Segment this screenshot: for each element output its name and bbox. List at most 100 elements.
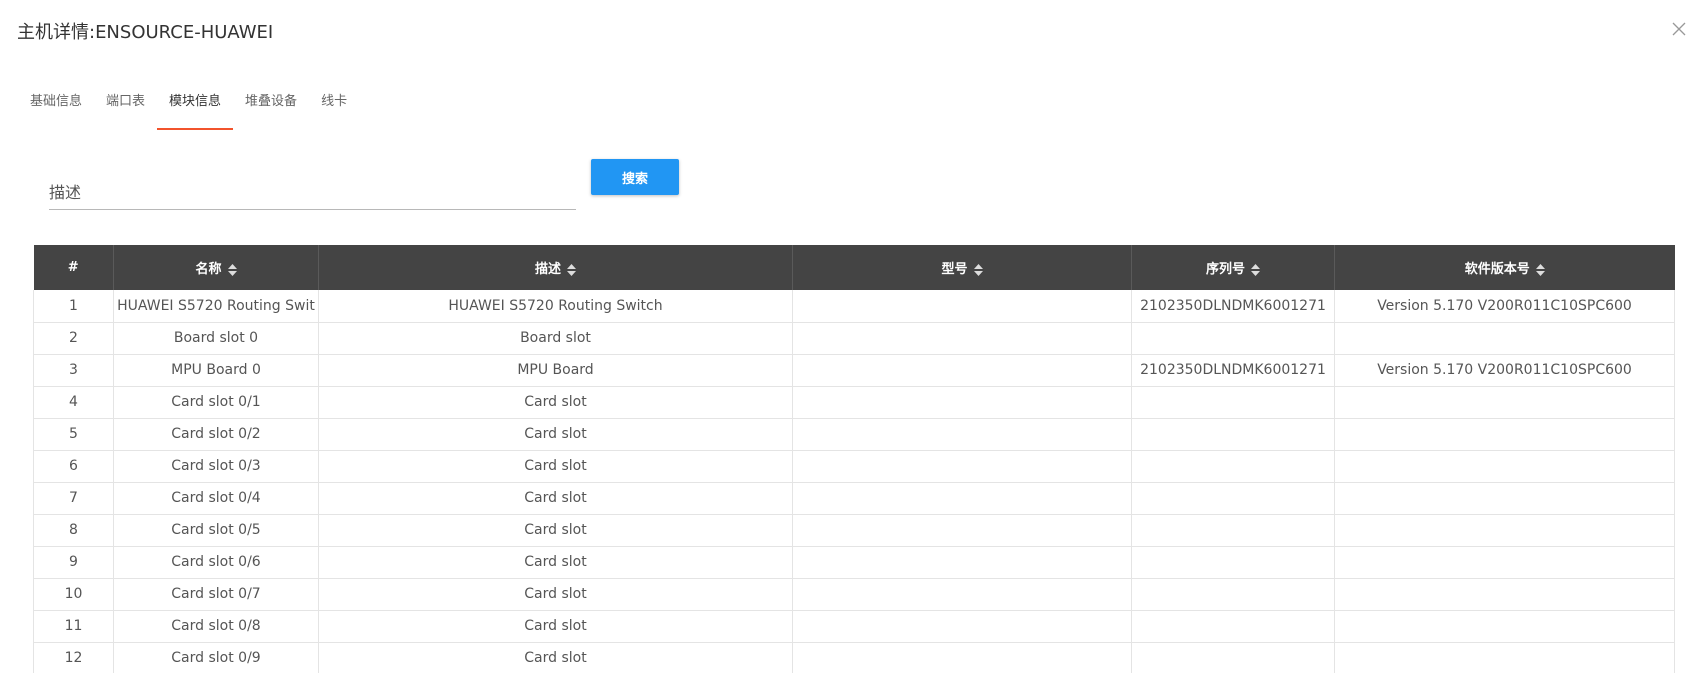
table-row: 4 Card slot 0/1 Card slot [33, 386, 1675, 419]
cell-model [792, 642, 1132, 673]
cell-index: 10 [33, 578, 114, 611]
column-header-description[interactable]: 描述 [318, 245, 793, 290]
cell-software-version [1334, 450, 1675, 483]
cell-index: 6 [33, 450, 114, 483]
table-row: 9 Card slot 0/6 Card slot [33, 546, 1675, 579]
cell-serial [1131, 546, 1335, 579]
cell-name: Card slot 0/9 [113, 642, 319, 673]
column-header-name[interactable]: 名称 [113, 245, 319, 290]
cell-name: Card slot 0/6 [113, 546, 319, 579]
close-button[interactable] [1668, 18, 1690, 40]
table-row: 8 Card slot 0/5 Card slot [33, 514, 1675, 547]
cell-serial: 2102350DLNDMK6001271 [1131, 290, 1335, 323]
cell-serial [1131, 482, 1335, 515]
column-header-index: # [33, 245, 114, 290]
cell-description: Card slot [318, 482, 793, 515]
sort-icon[interactable] [227, 263, 237, 276]
cell-software-version: Version 5.170 V200R011C10SPC600 [1334, 290, 1675, 323]
cell-description: MPU Board [318, 354, 793, 387]
cell-description: Card slot [318, 642, 793, 673]
cell-index: 5 [33, 418, 114, 451]
cell-serial: 2102350DLNDMK6001271 [1131, 354, 1335, 387]
column-header-label: 型号 [941, 262, 968, 277]
cell-model [792, 354, 1132, 387]
cell-serial [1131, 642, 1335, 673]
tab-basic-info[interactable]: 基础信息 [18, 84, 94, 130]
cell-model [792, 290, 1132, 323]
cell-name: Card slot 0/2 [113, 418, 319, 451]
cell-model [792, 418, 1132, 451]
cell-model [792, 482, 1132, 515]
cell-software-version [1334, 546, 1675, 579]
cell-index: 12 [33, 642, 114, 673]
cell-description: Card slot [318, 546, 793, 579]
cell-description: Card slot [318, 386, 793, 419]
tab-line-cards[interactable]: 线卡 [309, 84, 359, 130]
cell-serial [1131, 322, 1335, 355]
tab-bar: 基础信息 端口表 模块信息 堆叠设备 线卡 [18, 84, 359, 130]
cell-index: 1 [33, 290, 114, 323]
column-header-label: # [67, 260, 79, 275]
cell-software-version [1334, 386, 1675, 419]
cell-software-version [1334, 578, 1675, 611]
column-header-serial[interactable]: 序列号 [1131, 245, 1335, 290]
table-row: 10 Card slot 0/7 Card slot [33, 578, 1675, 611]
close-icon [1672, 22, 1686, 36]
cell-model [792, 514, 1132, 547]
tab-stack-devices[interactable]: 堆叠设备 [233, 84, 309, 130]
cell-software-version [1334, 482, 1675, 515]
cell-name: Card slot 0/8 [113, 610, 319, 643]
cell-serial [1131, 386, 1335, 419]
sort-icon[interactable] [973, 263, 983, 276]
cell-description: Card slot [318, 418, 793, 451]
cell-software-version [1334, 418, 1675, 451]
cell-name: MPU Board 0 [113, 354, 319, 387]
cell-index: 11 [33, 610, 114, 643]
table-row: 11 Card slot 0/8 Card slot [33, 610, 1675, 643]
column-header-label: 描述 [534, 262, 561, 277]
cell-software-version [1334, 642, 1675, 673]
cell-index: 7 [33, 482, 114, 515]
cell-description: Card slot [318, 450, 793, 483]
cell-index: 9 [33, 546, 114, 579]
cell-serial [1131, 610, 1335, 643]
cell-name: Card slot 0/4 [113, 482, 319, 515]
table-row: 12 Card slot 0/9 Card slot [33, 642, 1675, 673]
cell-software-version [1334, 514, 1675, 547]
search-input[interactable] [49, 176, 576, 208]
cell-name: Card slot 0/5 [113, 514, 319, 547]
sort-icon[interactable] [1251, 263, 1260, 276]
cell-model [792, 578, 1132, 611]
cell-name: Card slot 0/1 [113, 386, 319, 419]
sort-icon[interactable] [567, 263, 576, 276]
cell-serial [1131, 514, 1335, 547]
cell-model [792, 450, 1132, 483]
table-row: 2 Board slot 0 Board slot [33, 322, 1675, 355]
cell-serial [1131, 578, 1335, 611]
table-row: 6 Card slot 0/3 Card slot [33, 450, 1675, 483]
cell-model [792, 386, 1132, 419]
search-field [49, 176, 576, 210]
column-header-model[interactable]: 型号 [792, 245, 1132, 290]
column-header-label: 序列号 [1205, 262, 1245, 277]
table-row: 1 HUAWEI S5720 Routing Swit HUAWEI S5720… [33, 290, 1675, 323]
sort-icon[interactable] [1535, 263, 1545, 276]
table-row: 5 Card slot 0/2 Card slot [33, 418, 1675, 451]
cell-software-version: Version 5.170 V200R011C10SPC600 [1334, 354, 1675, 387]
column-header-label: 软件版本号 [1464, 262, 1530, 277]
cell-model [792, 546, 1132, 579]
search-button[interactable]: 搜索 [591, 159, 679, 195]
cell-description: Card slot [318, 578, 793, 611]
dialog-title: 主机详情:ENSOURCE-HUAWEI [17, 22, 274, 43]
cell-software-version [1334, 610, 1675, 643]
cell-name: Card slot 0/7 [113, 578, 319, 611]
tab-port-table[interactable]: 端口表 [94, 84, 157, 130]
cell-index: 3 [33, 354, 114, 387]
tab-module-info[interactable]: 模块信息 [157, 84, 234, 130]
column-header-software-version[interactable]: 软件版本号 [1334, 245, 1675, 290]
cell-description: Card slot [318, 514, 793, 547]
cell-index: 2 [33, 322, 114, 355]
column-header-label: 名称 [195, 262, 222, 277]
cell-description: HUAWEI S5720 Routing Switch [318, 290, 793, 323]
cell-name: Board slot 0 [113, 322, 319, 355]
